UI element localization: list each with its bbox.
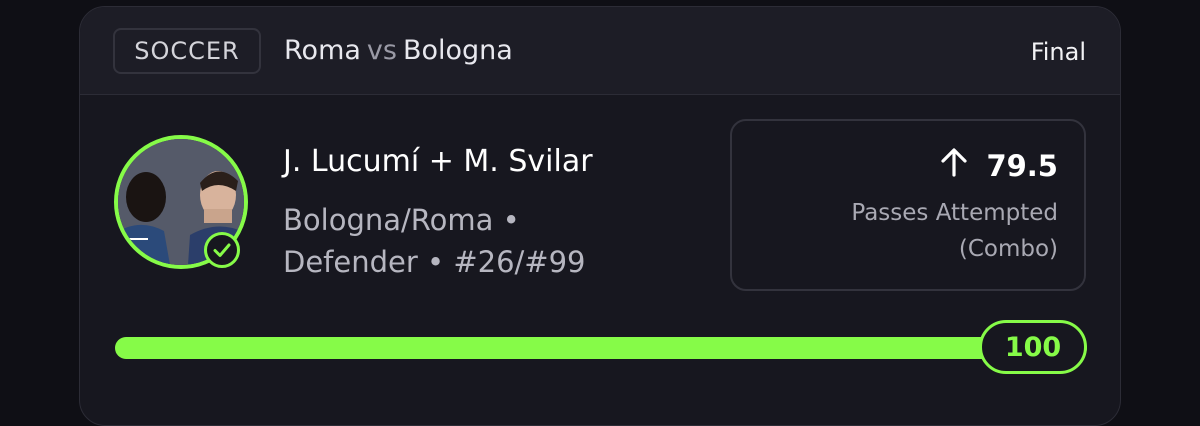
matchup-title: Roma vs Bologna — [284, 33, 513, 69]
check-circle-icon — [204, 232, 240, 268]
stat-line-value: 79.5 — [986, 148, 1058, 183]
team-home: Roma — [284, 35, 361, 66]
progress-bar — [115, 337, 1087, 359]
card-header: SOCCER Roma vs Bologna Final — [80, 7, 1120, 95]
team-away: Bologna — [402, 35, 513, 66]
stat-line: 79.5 — [940, 147, 1058, 184]
sport-badge: SOCCER — [113, 28, 261, 74]
player-meta: Bologna/Roma • Defender • #26/#99 — [283, 203, 586, 279]
stat-label: Passes Attempted (Combo) — [851, 200, 1058, 262]
game-status: Final — [1030, 38, 1086, 66]
progress-value-badge: 100 — [979, 320, 1087, 374]
pick-card[interactable]: SOCCER Roma vs Bologna Final J. Lucumí +… — [79, 6, 1121, 426]
player-name: J. Lucumí + M. Svilar — [283, 144, 593, 179]
stat-box: 79.5 Passes Attempted (Combo) — [730, 119, 1086, 291]
arrow-up-icon — [940, 147, 968, 184]
progress-fill — [115, 337, 1087, 359]
vs-label: vs — [366, 35, 397, 66]
